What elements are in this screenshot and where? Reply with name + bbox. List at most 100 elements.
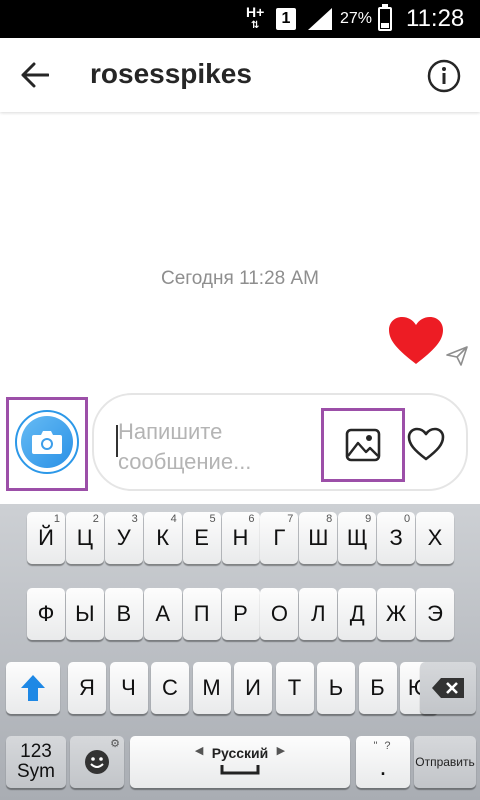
key-hint: 3 <box>131 513 138 525</box>
key-hint: 2 <box>92 513 99 525</box>
emoji-smiley-icon <box>85 750 109 774</box>
period-key-label: . <box>379 750 387 781</box>
key-Ц[interactable]: 2Ц <box>65 512 104 564</box>
key-hint: 6 <box>248 513 255 525</box>
camera-highlight <box>6 397 88 491</box>
key-hint: 4 <box>170 513 177 525</box>
key-Ш[interactable]: 8Ш <box>299 512 338 564</box>
arrow-left-icon <box>21 62 49 88</box>
key-З[interactable]: 0З <box>377 512 416 564</box>
key-label: А <box>155 601 171 626</box>
key-label: Й <box>38 525 54 550</box>
chat-title[interactable]: rosesspikes <box>90 58 252 90</box>
period-key-hint: " ? <box>373 740 393 752</box>
clock: 11:28 <box>406 5 465 32</box>
network-type-label: H+ <box>246 4 265 20</box>
like-button[interactable] <box>406 424 446 464</box>
sent-heart-message[interactable] <box>388 316 444 371</box>
key-Й[interactable]: 1Й <box>27 512 65 564</box>
key-label: М <box>202 675 221 700</box>
sim-indicator: 1 <box>276 0 296 38</box>
heart-icon <box>389 317 443 364</box>
key-label: В <box>116 601 132 626</box>
signal-icon <box>308 0 332 38</box>
key-Ч[interactable]: Ч <box>109 662 148 714</box>
key-А[interactable]: А <box>143 588 182 640</box>
key-label: П <box>193 601 210 626</box>
key-Л[interactable]: Л <box>299 588 338 640</box>
key-Г[interactable]: 7Г <box>260 512 299 564</box>
shift-key[interactable] <box>6 662 60 714</box>
key-Э[interactable]: Э <box>416 588 454 640</box>
key-Т[interactable]: Т <box>275 662 314 714</box>
key-label: Д <box>349 601 365 626</box>
sym-key-bottom: Sym <box>17 761 55 782</box>
backspace-icon <box>432 678 464 698</box>
info-button[interactable] <box>425 57 463 95</box>
key-Д[interactable]: Д <box>338 588 377 640</box>
key-label: Т <box>287 675 302 700</box>
key-label: Ы <box>75 601 95 626</box>
key-Щ[interactable]: 9Щ <box>338 512 377 564</box>
key-label: Б <box>370 675 385 700</box>
shift-arrow-icon <box>21 675 45 701</box>
key-label: Х <box>427 525 443 550</box>
language-switch-arrows-icon: ◀ ▶ <box>194 745 286 757</box>
message-input-placeholder: Напишите сообщение... <box>118 419 252 474</box>
key-Ь[interactable]: Ь <box>317 662 355 714</box>
key-label: Р <box>233 601 248 626</box>
camera-icon <box>32 431 62 454</box>
key-label: Ц <box>76 525 94 550</box>
key-hint: 0 <box>403 513 411 525</box>
send-key[interactable]: Отправить <box>414 736 476 788</box>
key-Б[interactable]: Б <box>358 662 397 714</box>
key-Ф[interactable]: Ф <box>27 588 65 640</box>
key-Р[interactable]: Р <box>221 588 260 640</box>
key-И[interactable]: И <box>234 662 272 714</box>
key-П[interactable]: П <box>182 588 221 640</box>
key-label: Ь <box>328 675 344 700</box>
key-Я[interactable]: Я <box>68 662 106 714</box>
key-К[interactable]: 4К <box>143 512 182 564</box>
battery-icon <box>378 0 392 38</box>
space-key[interactable]: ◀ ▶ Русский <box>130 736 350 788</box>
onscreen-keyboard: 123 Sym ⚙ ◀ ▶ Русский " ? . Отправить 1Й… <box>0 504 480 800</box>
sym-key[interactable]: 123 Sym <box>6 736 66 788</box>
backspace-key[interactable] <box>420 662 476 714</box>
key-label: С <box>162 675 178 700</box>
send-key-label: Отправить <box>415 755 475 769</box>
key-label: З <box>389 525 403 550</box>
battery-percent: 27% <box>340 10 373 27</box>
key-В[interactable]: В <box>104 588 143 640</box>
key-hint: 1 <box>53 513 60 525</box>
key-hint: 8 <box>326 513 333 525</box>
period-key[interactable]: " ? . <box>356 736 410 788</box>
key-label: Е <box>194 525 209 550</box>
key-Н[interactable]: 6Н <box>221 512 260 564</box>
gallery-button[interactable] <box>321 408 405 482</box>
sim-label: 1 <box>276 8 296 30</box>
sent-paper-plane-icon <box>446 346 468 371</box>
sym-key-top: 123 <box>20 741 52 762</box>
key-label: О <box>270 601 288 626</box>
key-label: Ш <box>308 525 329 550</box>
key-О[interactable]: О <box>260 588 299 640</box>
key-hint: 5 <box>209 513 216 525</box>
emoji-key[interactable]: ⚙ <box>70 736 124 788</box>
key-hint: 9 <box>365 513 372 525</box>
camera-button[interactable] <box>15 410 79 474</box>
key-С[interactable]: С <box>151 662 189 714</box>
key-label: Н <box>232 525 249 550</box>
key-label: К <box>156 525 170 550</box>
key-Е[interactable]: 5Е <box>182 512 221 564</box>
key-label: И <box>245 675 261 700</box>
status-bar: H+ ⇅ 1 27% 11:28 <box>0 0 480 38</box>
space-bar-icon <box>220 765 260 775</box>
key-Ж[interactable]: Ж <box>377 588 416 640</box>
key-У[interactable]: 3У <box>104 512 143 564</box>
key-М[interactable]: М <box>192 662 231 714</box>
key-Х[interactable]: Х <box>416 512 454 564</box>
back-button[interactable] <box>16 56 54 94</box>
data-arrows-icon: ⇅ <box>250 20 260 31</box>
key-Ы[interactable]: Ы <box>65 588 104 640</box>
